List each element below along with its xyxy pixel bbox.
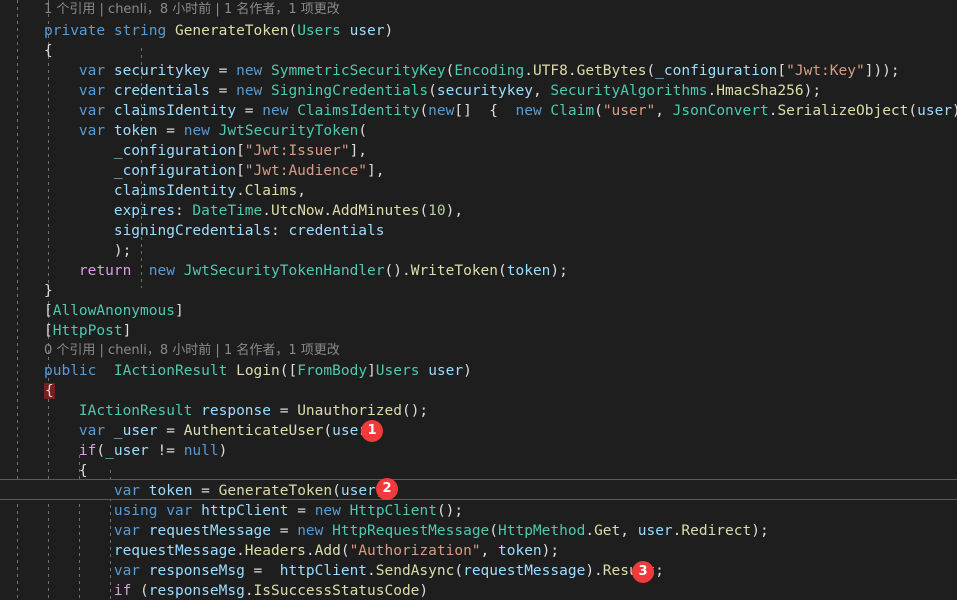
code-line[interactable]: if(_user != null) — [44, 441, 227, 461]
code-line[interactable]: var _user = AuthenticateUser(user); — [44, 421, 385, 441]
code-line[interactable]: [HttpPost] — [44, 321, 131, 341]
code-line[interactable]: IActionResult response = Unauthorized(); — [44, 401, 428, 421]
code-line[interactable]: expires: DateTime.UtcNow.AddMinutes(10), — [44, 201, 463, 221]
code-line[interactable]: requestMessage.Headers.Add("Authorizatio… — [44, 541, 559, 561]
code-text-layer[interactable]: 1 个引用 | chenli，8 小时前 | 1 名作者，1 项更改 privat… — [0, 0, 957, 600]
code-line[interactable]: _configuration["Jwt:Audience"], — [44, 161, 385, 181]
code-line[interactable]: using var httpClient = new HttpClient(); — [44, 501, 463, 521]
code-line[interactable]: signingCredentials: credentials — [44, 221, 385, 241]
code-line[interactable]: { — [44, 381, 55, 401]
code-line[interactable]: _configuration["Jwt:Issuer"], — [44, 141, 367, 161]
code-line[interactable]: { — [44, 461, 88, 481]
codelens-annotation[interactable]: 0 个引用 | chenli，8 小时前 | 1 名作者，1 项更改 — [44, 341, 340, 361]
code-line[interactable]: return new JwtSecurityTokenHandler().Wri… — [44, 261, 568, 281]
code-line[interactable]: if (responseMsg.IsSuccessStatusCode) — [44, 581, 428, 600]
code-line[interactable]: var securitykey = new SymmetricSecurityK… — [44, 61, 900, 81]
code-line[interactable]: } — [44, 281, 53, 301]
unmatched-brace: { — [44, 383, 55, 399]
code-line[interactable]: ); — [44, 241, 131, 261]
code-line[interactable]: { — [44, 41, 53, 61]
codelens-annotation[interactable]: 1 个引用 | chenli，8 小时前 | 1 名作者，1 项更改 — [44, 0, 340, 20]
code-line[interactable]: var token = GenerateToken(user); — [44, 481, 393, 501]
code-line[interactable]: var credentials = new SigningCredentials… — [44, 81, 821, 101]
code-line[interactable]: claimsIdentity.Claims, — [44, 181, 306, 201]
code-line[interactable]: var responseMsg = httpClient.SendAsync(r… — [44, 561, 664, 581]
code-line[interactable]: public IActionResult Login([FromBody]Use… — [44, 361, 472, 381]
code-editor[interactable]: 1 个引用 | chenli，8 小时前 | 1 名作者，1 项更改 privat… — [0, 0, 957, 600]
annotation-badge-1: 1 — [361, 420, 383, 442]
code-line[interactable]: var requestMessage = new HttpRequestMess… — [44, 521, 769, 541]
annotation-badge-3: 3 — [632, 561, 654, 583]
code-line[interactable]: var token = new JwtSecurityToken( — [44, 121, 367, 141]
code-line[interactable]: [AllowAnonymous] — [44, 301, 184, 321]
code-line[interactable]: private string GenerateToken(Users user) — [44, 21, 393, 41]
annotation-badge-2: 2 — [376, 478, 398, 500]
code-line[interactable]: var claimsIdentity = new ClaimsIdentity(… — [44, 101, 957, 121]
